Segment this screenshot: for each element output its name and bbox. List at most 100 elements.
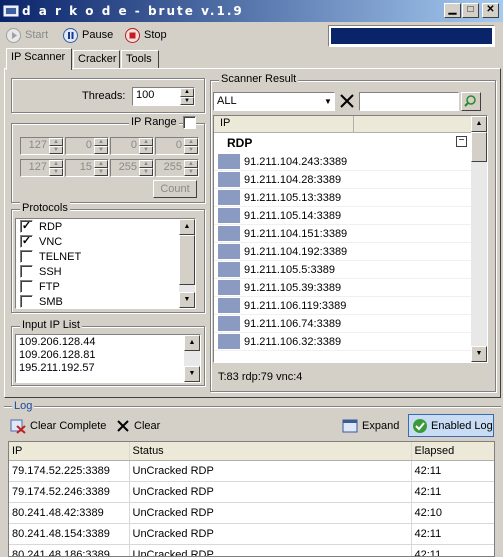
result-row[interactable]: 91.211.104.192:3389 (214, 243, 487, 261)
search-button[interactable] (461, 92, 481, 111)
ip-to-octet-4[interactable]: 255 ▲ ▼ (155, 159, 199, 177)
protocol-checkbox[interactable] (20, 295, 33, 308)
scroll-thumb[interactable] (471, 132, 487, 162)
log-row[interactable]: 80.241.48.186:3389 UnCracked RDP 42:11 (9, 544, 494, 556)
scroll-up-icon[interactable]: ▲ (179, 219, 195, 235)
result-ip: 91.211.105.39:3389 (244, 281, 342, 294)
result-ip: 91.211.104.243:3389 (244, 155, 348, 168)
log-ip: 80.241.48.186:3389 (9, 544, 130, 556)
log-column-elapsed[interactable]: Elapsed (411, 442, 494, 461)
log-column-ip[interactable]: IP (9, 442, 130, 461)
clear-label: Clear (134, 420, 161, 432)
ip-to-octet-3[interactable]: 255 ▲ ▼ (110, 159, 154, 177)
result-row[interactable]: 91.211.105.39:3389 (214, 279, 487, 297)
result-scrollbar[interactable]: ▲ ▼ (471, 116, 487, 362)
result-row[interactable]: 91.211.104.151:3389 (214, 225, 487, 243)
protocol-item[interactable]: SMB (16, 294, 195, 309)
log-table-container: IP Status Elapsed 79.174.52.225:3389 UnCr… (8, 441, 495, 557)
scroll-down-icon[interactable]: ▼ (471, 346, 487, 362)
protocol-checkbox[interactable]: ✓ (20, 220, 33, 233)
ip-from-octet-3[interactable]: 0 ▲ ▼ (110, 137, 154, 155)
pause-button[interactable]: Pause (63, 25, 113, 45)
log-status: UnCracked RDP (129, 481, 412, 503)
tab-ip-scanner[interactable]: IP Scanner (6, 48, 72, 70)
log-row[interactable]: 80.241.48.154:3389 UnCracked RDP 42:11 (9, 523, 494, 545)
clear-filter-icon[interactable] (338, 92, 356, 110)
protocol-item[interactable]: SSH (16, 264, 195, 279)
column-ip[interactable]: IP (214, 116, 354, 132)
result-row[interactable]: 91.211.105.5:3389 (214, 261, 487, 279)
title-bar[interactable]: d a r k o d e - brute v.1.9 ▁ □ ✕ (0, 0, 503, 22)
input-ip-scrollbar[interactable]: ▲ ▼ (184, 335, 200, 382)
log-column-status[interactable]: Status (129, 442, 412, 461)
result-row[interactable]: 91.211.105.14:3389 (214, 207, 487, 225)
tab-cracker[interactable]: Cracker (73, 50, 120, 69)
log-row[interactable]: 79.174.52.225:3389 UnCracked RDP 42:11 (9, 460, 494, 482)
ip-from-octet-2[interactable]: 0 ▲ ▼ (65, 137, 109, 155)
play-icon (6, 27, 21, 43)
filter-select[interactable]: ALL ▼ (213, 92, 335, 111)
protocol-checkbox[interactable] (20, 250, 33, 263)
group-name: RDP (227, 136, 253, 150)
result-row[interactable]: 91.211.104.28:3389 (214, 171, 487, 189)
protocol-checkbox[interactable] (20, 280, 33, 293)
maximize-button[interactable]: □ (462, 3, 479, 18)
pause-icon (63, 27, 78, 43)
close-button[interactable]: ✕ (482, 3, 499, 18)
spin-down-icon[interactable]: ▼ (180, 96, 194, 105)
chevron-down-icon[interactable]: ▼ (324, 93, 334, 110)
log-ip: 79.174.52.225:3389 (9, 460, 130, 482)
collapse-icon[interactable]: − (456, 136, 467, 147)
protocol-label: RDP (39, 220, 63, 233)
protocol-checkbox[interactable] (20, 265, 33, 278)
result-row[interactable]: 91.211.106.74:3389 (214, 315, 487, 333)
expand-button[interactable]: Expand (342, 416, 399, 436)
ip-range-checkbox[interactable] (183, 116, 196, 129)
log-label: Log (12, 400, 35, 412)
result-ip: 91.211.104.151:3389 (244, 227, 348, 240)
threads-input[interactable]: 100 ▲ ▼ (132, 87, 195, 106)
clear-complete-label: Clear Complete (30, 420, 107, 432)
start-button[interactable]: Start (6, 25, 48, 45)
enabled-log-toggle[interactable]: Enabled Log (408, 414, 494, 437)
minimize-button[interactable]: ▁ (444, 3, 461, 18)
scroll-down-icon[interactable]: ▼ (179, 292, 195, 308)
log-row[interactable]: 79.174.52.246:3389 UnCracked RDP 42:11 (9, 481, 494, 503)
close-icon (117, 420, 129, 432)
protocol-item[interactable]: FTP (16, 279, 195, 294)
result-row[interactable]: 91.211.106.32:3389 (214, 333, 487, 351)
clear-button[interactable]: Clear (116, 416, 160, 436)
search-icon (464, 95, 476, 107)
scroll-thumb[interactable] (179, 235, 195, 285)
group-row-rdp[interactable]: RDP − (214, 133, 487, 153)
ip-from-octet-1[interactable]: 127 ▲ ▼ (20, 137, 64, 155)
filter-search-input[interactable] (359, 92, 459, 111)
protocol-checkbox[interactable]: ✓ (20, 235, 33, 248)
protocols-scrollbar[interactable]: ▲ ▼ (179, 219, 195, 308)
log-row[interactable]: 80.241.48.42:3389 UnCracked RDP 42:10 (9, 502, 494, 524)
clear-complete-button[interactable]: Clear Complete (10, 416, 106, 436)
clear-complete-icon (10, 419, 26, 434)
ip-to-octet-1[interactable]: 127 ▲ ▼ (20, 159, 64, 177)
ip-to-octet-2[interactable]: 15 ▲ ▼ (65, 159, 109, 177)
spin-up-icon[interactable]: ▲ (180, 88, 194, 97)
log-status: UnCracked RDP (129, 544, 412, 556)
tab-tools[interactable]: Tools (121, 50, 159, 69)
input-ip-textarea[interactable]: 109.206.128.44 109.206.128.81 195.211.19… (15, 334, 201, 383)
pause-label: Pause (82, 29, 114, 41)
scroll-up-icon[interactable]: ▲ (184, 335, 200, 351)
result-row[interactable]: 91.211.106.119:3389 (214, 297, 487, 315)
result-row[interactable]: 91.211.105.13:3389 (214, 189, 487, 207)
protocol-item[interactable]: ✓ VNC (16, 234, 195, 249)
count-button[interactable]: Count (153, 180, 197, 198)
threads-value: 100 (136, 89, 155, 101)
protocol-item[interactable]: TELNET (16, 249, 195, 264)
scroll-up-icon[interactable]: ▲ (471, 116, 487, 132)
protocol-item[interactable]: ✓ RDP (16, 219, 195, 234)
scroll-down-icon[interactable]: ▼ (184, 366, 200, 382)
start-label: Start (25, 29, 49, 41)
ip-from-octet-4[interactable]: 0 ▲ ▼ (155, 137, 199, 155)
expand-icon (342, 419, 358, 433)
result-row[interactable]: 91.211.104.243:3389 (214, 153, 487, 171)
stop-button[interactable]: Stop (125, 25, 167, 45)
